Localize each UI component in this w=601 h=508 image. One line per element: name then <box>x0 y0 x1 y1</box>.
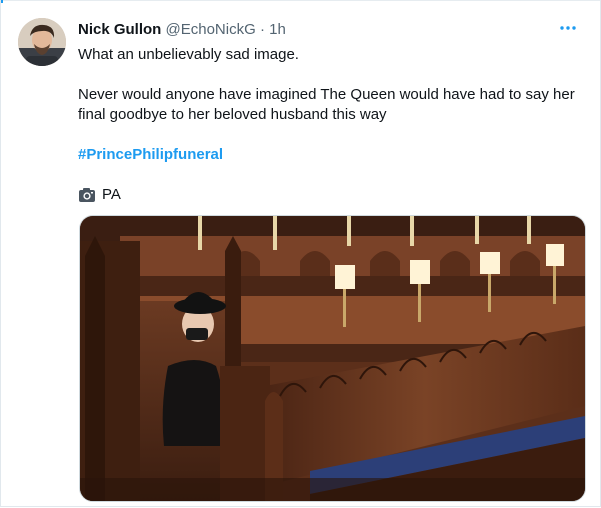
author-handle[interactable]: @EchoNickG <box>166 21 256 38</box>
tweet-photo[interactable] <box>79 215 586 502</box>
timestamp[interactable]: 1h <box>269 21 286 38</box>
tweet-paragraph: What an unbelievably sad image. <box>78 46 299 63</box>
photo-credit-text: PA <box>102 186 121 203</box>
author-name[interactable]: Nick Gullon <box>78 21 161 38</box>
hashtag-link[interactable]: #PrincePhilipfuneral <box>78 145 223 165</box>
header-separator: · <box>259 21 265 38</box>
tweet-header: Nick Gullon @EchoNickG · 1h <box>78 21 286 38</box>
tweet-body: What an unbelievably sad image. Never wo… <box>78 45 583 205</box>
tweet-paragraph: Never would anyone have imagined The Que… <box>78 86 575 123</box>
tweet-card[interactable]: Nick Gullon @EchoNickG · 1h What an unbe… <box>0 0 601 507</box>
chapel-photo <box>80 216 585 501</box>
more-dots-icon[interactable] <box>558 18 578 38</box>
camera-icon <box>78 187 96 203</box>
avatar[interactable] <box>18 18 66 66</box>
photo-credit: PA <box>78 185 583 205</box>
